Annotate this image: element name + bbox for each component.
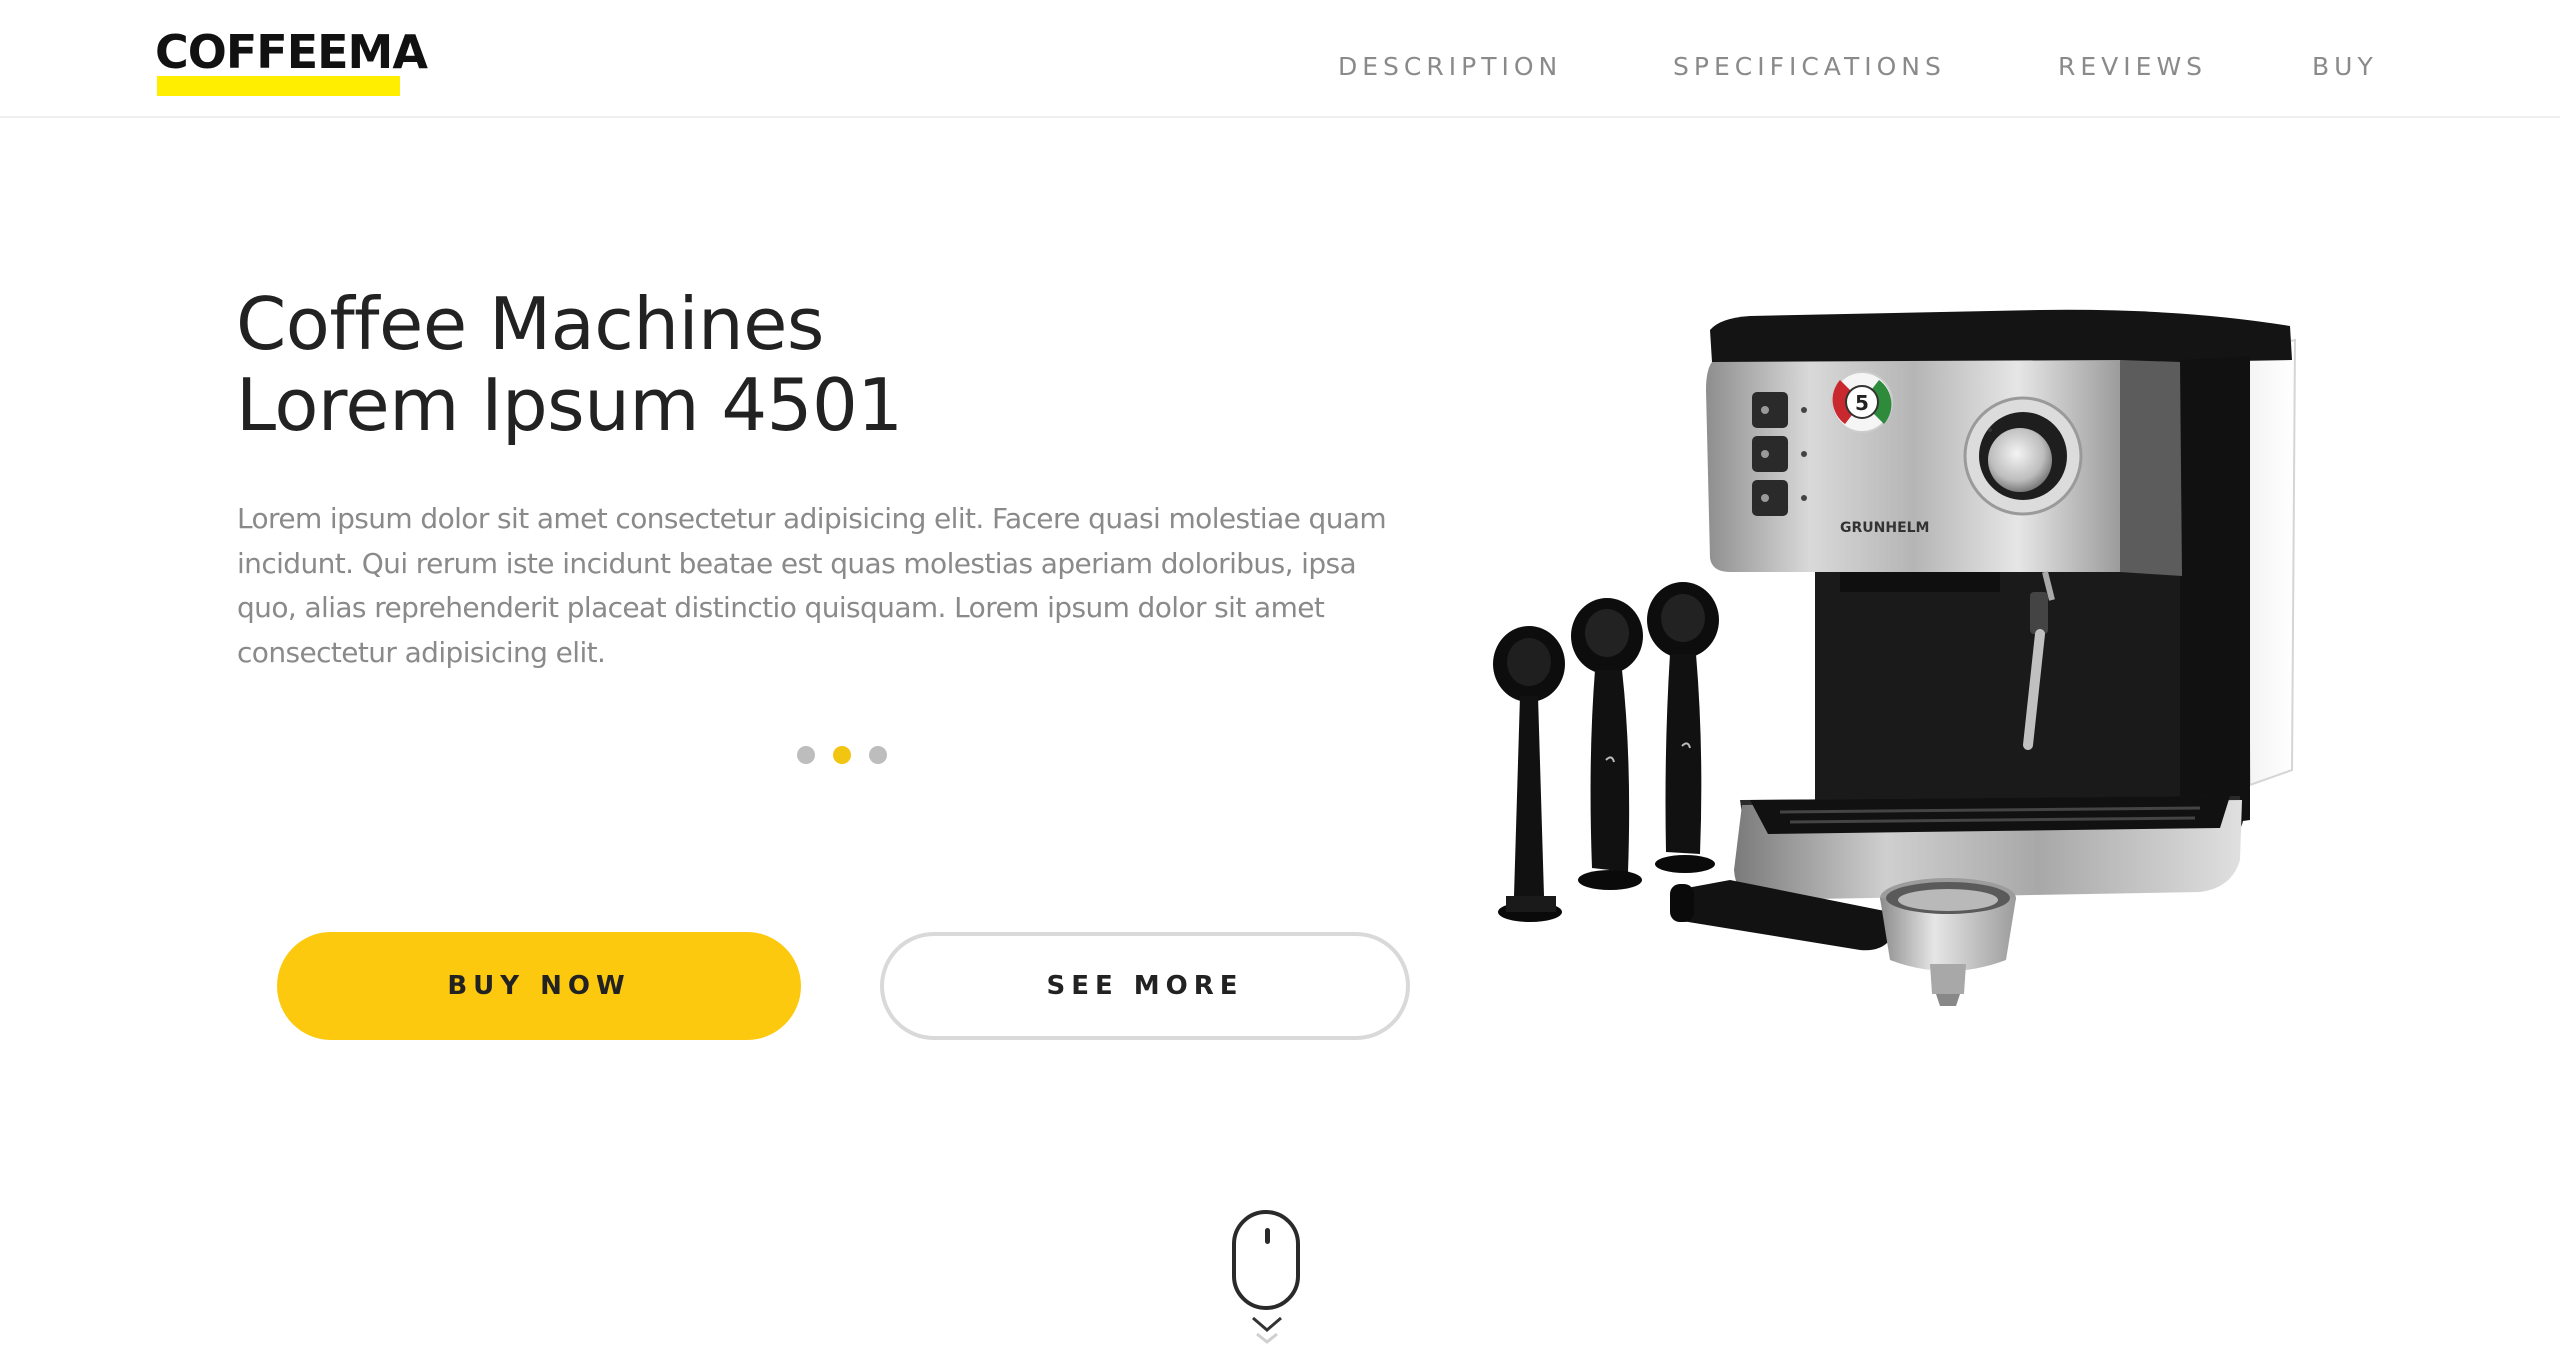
buy-now-button[interactable]: BUY NOW	[277, 932, 801, 1040]
badge-text: 5	[1855, 391, 1869, 415]
hero-title: Coffee Machines Lorem Ipsum 4501	[236, 284, 903, 446]
hero-description: Lorem ipsum dolor sit amet consectetur a…	[237, 502, 1387, 669]
nav-item-description[interactable]: DESCRIPTION	[1338, 50, 1562, 84]
nav-item-buy[interactable]: BUY	[2312, 50, 2378, 84]
coffee-machine-image: 5 GRUNHELM	[1493, 309, 2297, 1006]
nav-item-reviews[interactable]: REVIEWS	[2058, 50, 2207, 84]
hero-title-line-2: Lorem Ipsum 4501	[236, 363, 903, 447]
top-navbar: COFFEEMA DESCRIPTION SPECIFICATIONS REVI…	[0, 0, 2560, 118]
scroll-mouse-icon[interactable]	[1232, 1210, 1300, 1310]
see-more-button[interactable]: SEE MORE	[880, 932, 1410, 1040]
logo-text: COFFEEMA	[155, 25, 428, 79]
carousel-dot-2[interactable]	[833, 746, 851, 764]
scroll-wheel	[1265, 1228, 1270, 1244]
hero-title-line-1: Coffee Machines	[236, 282, 824, 366]
brand-logo[interactable]: COFFEEMA	[155, 22, 428, 102]
carousel-dot-1[interactable]	[797, 746, 815, 764]
nav-item-specifications[interactable]: SPECIFICATIONS	[1673, 50, 1946, 84]
machine-brand-text: GRUNHELM	[1840, 520, 1930, 536]
carousel-dots	[797, 746, 887, 764]
carousel-dot-3[interactable]	[869, 746, 887, 764]
chevron-down-icon	[1252, 1316, 1282, 1344]
